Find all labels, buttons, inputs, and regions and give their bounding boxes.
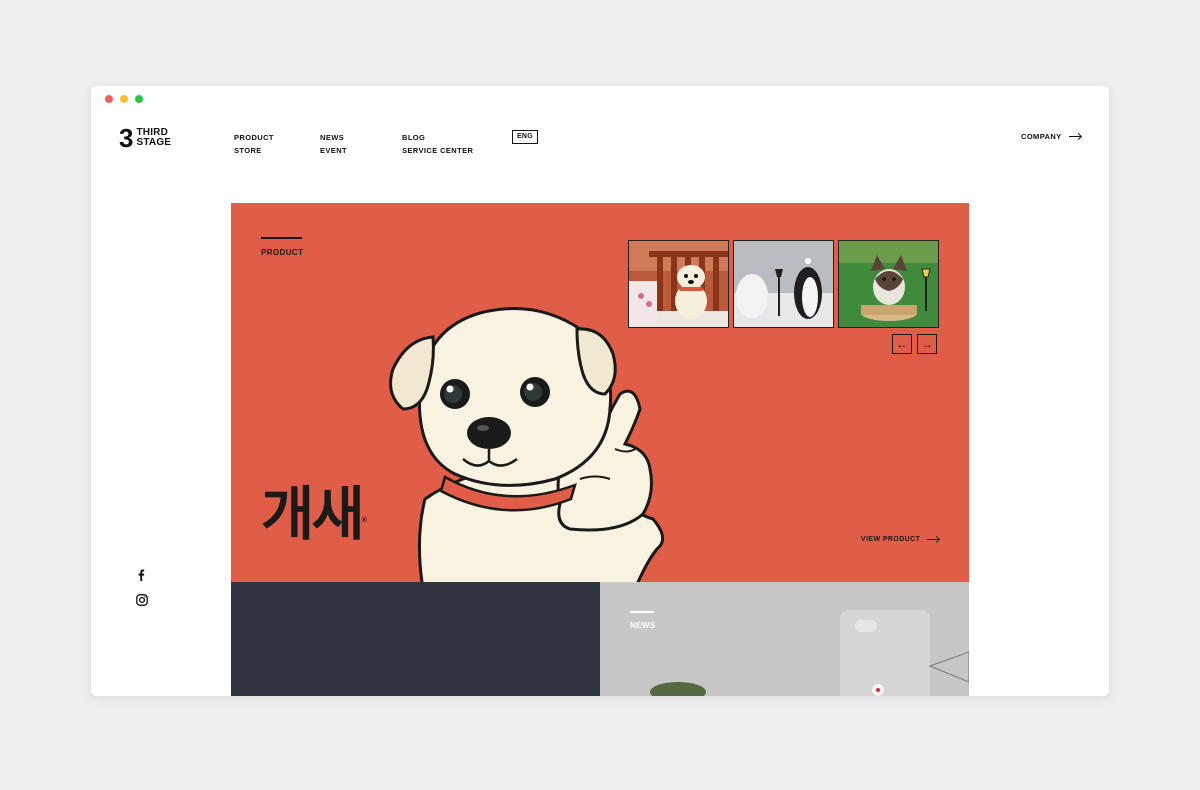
nav-blog[interactable]: BLOG (402, 133, 425, 142)
window-controls (105, 95, 143, 103)
next-arrow-icon[interactable]: → (917, 334, 937, 354)
thumbnail-penguin-figure[interactable] (733, 240, 834, 328)
nav-service-center[interactable]: SERVICE CENTER (402, 146, 473, 155)
news-photo (650, 610, 969, 696)
carousel-controls: ← → (892, 334, 937, 354)
instagram-icon[interactable] (136, 594, 148, 606)
language-button[interactable]: ENG (512, 130, 538, 144)
nav-news[interactable]: NEWS (320, 133, 344, 142)
thumbnail-husky-figure[interactable] (838, 240, 939, 328)
registered-mark: ® (361, 517, 367, 524)
arrow-right-icon (927, 539, 940, 540)
brand-title-text: 개새 (261, 482, 365, 547)
nav-event[interactable]: EVENT (320, 146, 347, 155)
company-link[interactable]: COMPANY (1021, 132, 1081, 141)
close-dot[interactable] (105, 95, 113, 103)
dark-panel (231, 582, 600, 696)
brand-title: 개새® (261, 483, 367, 547)
section-rule (261, 237, 302, 239)
logo-line-2: STAGE (136, 137, 172, 148)
product-hero: PRODUCT 개새® ← → VIEW PRODUCT (231, 203, 969, 582)
company-label: COMPANY (1021, 132, 1062, 141)
dog-mascot-illustration (389, 307, 665, 582)
facebook-icon[interactable] (136, 569, 146, 581)
logo-mark: 3 (119, 123, 134, 153)
section-rule (630, 611, 654, 613)
nav-store[interactable]: STORE (234, 146, 262, 155)
maximize-dot[interactable] (135, 95, 143, 103)
nav-product[interactable]: PRODUCT (234, 133, 274, 142)
thumbnail-dog-figure[interactable] (628, 240, 729, 328)
browser-window: 3 THIRD STAGE PRODUCT STORE NEWS EVENT B… (91, 86, 1109, 696)
prev-arrow-icon[interactable]: ← (892, 334, 912, 354)
thumbnail-carousel (628, 240, 939, 328)
section-label-product: PRODUCT (261, 248, 304, 257)
logo-text: THIRD STAGE (136, 128, 171, 148)
site-logo[interactable]: 3 THIRD STAGE (119, 123, 171, 153)
section-label-news: NEWS (630, 621, 656, 630)
view-product-link[interactable]: VIEW PRODUCT (861, 536, 940, 543)
arrow-right-icon (1068, 136, 1081, 137)
view-product-label: VIEW PRODUCT (861, 536, 921, 543)
minimize-dot[interactable] (120, 95, 128, 103)
news-panel[interactable]: NEWS (600, 582, 969, 696)
